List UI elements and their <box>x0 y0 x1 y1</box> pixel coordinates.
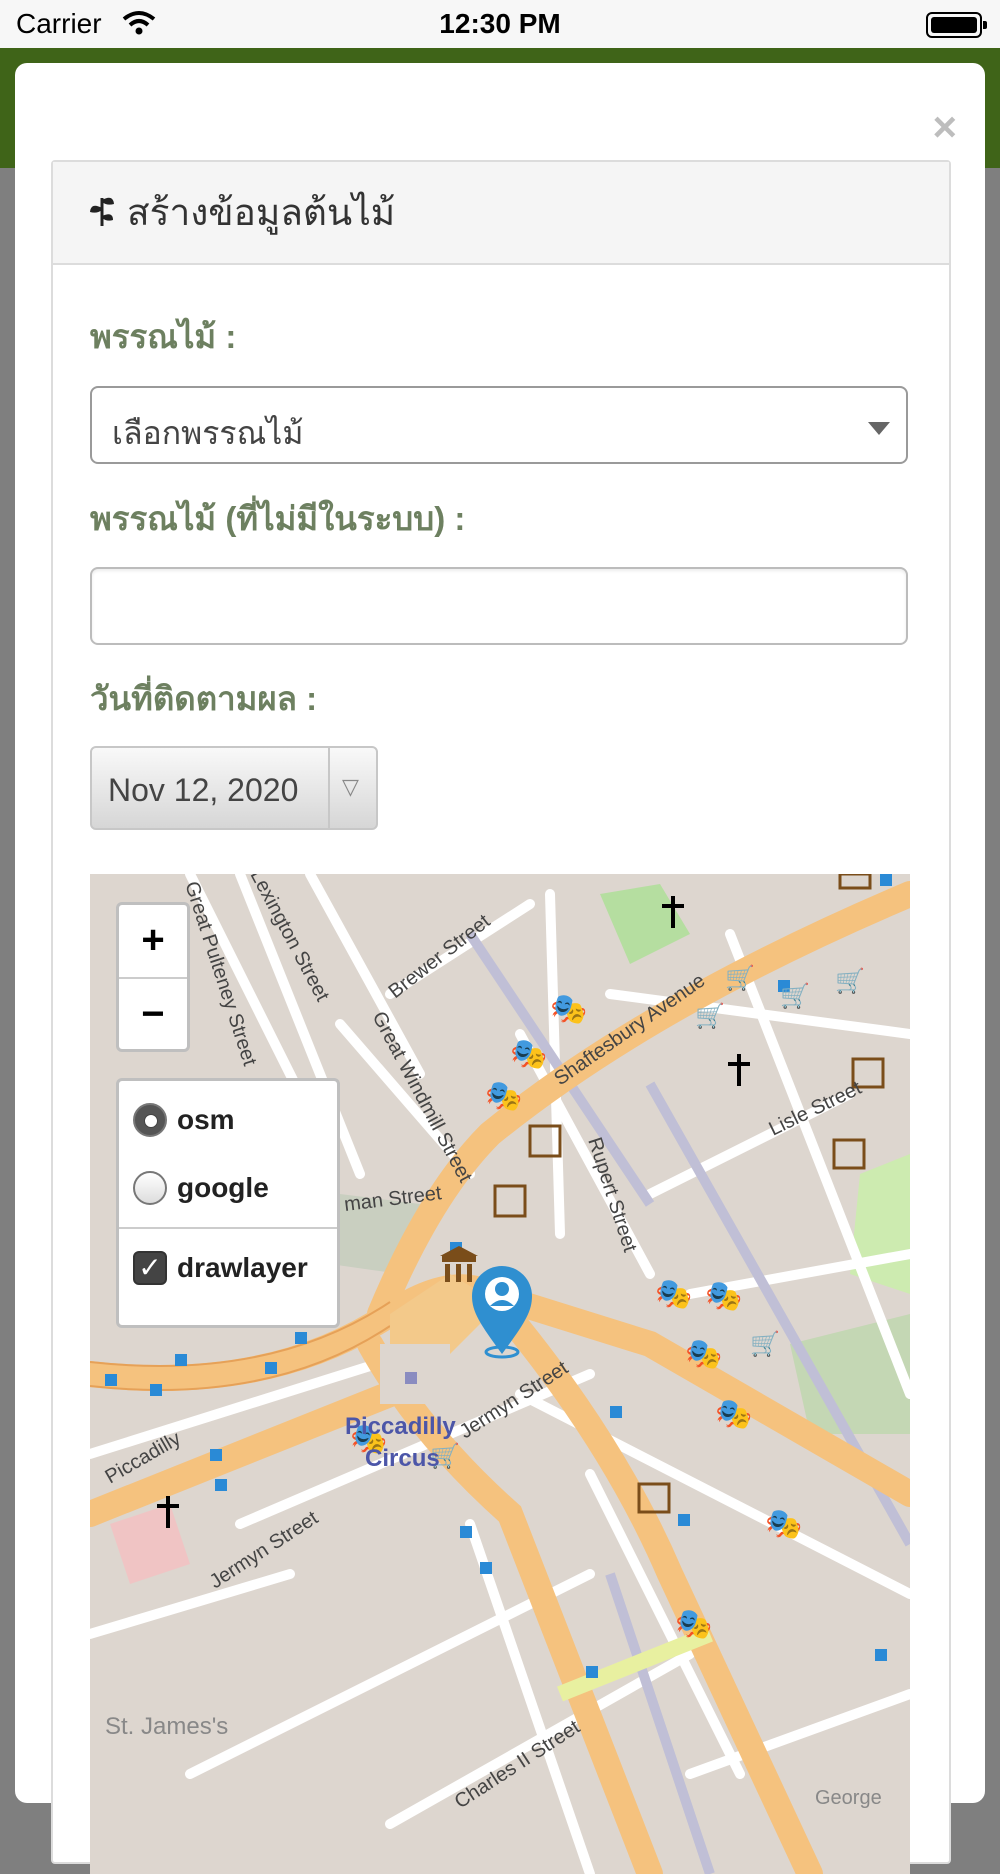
svg-text:George: George <box>815 1787 882 1809</box>
other-species-label: พรรณไม้ (ที่ไม่มีในระบบ) : <box>90 500 466 537</box>
svg-text:🛒: 🛒 <box>695 1002 725 1030</box>
radio-icon[interactable] <box>133 1171 167 1205</box>
panel-title: สร้างข้อมูลต้นไม้ <box>127 192 396 233</box>
svg-text:Piccadilly: Piccadilly <box>345 1413 456 1440</box>
species-label: พรรณไม้ : <box>90 318 237 355</box>
form-panel: สร้างข้อมูลต้นไม้ พรรณไม้ : เลือกพรรณไม้… <box>51 160 951 1874</box>
chevron-down-icon: ▽ <box>342 774 359 799</box>
layer-drawlayer[interactable]: ✓ drawlayer <box>133 1251 308 1285</box>
close-button[interactable]: × <box>932 103 957 151</box>
status-bar: Carrier 12:30 PM <box>0 0 1000 48</box>
svg-text:St. James's: St. James's <box>105 1713 228 1740</box>
layer-google-label: google <box>177 1172 269 1203</box>
svg-text:🛒: 🛒 <box>780 982 810 1010</box>
location-marker-icon[interactable] <box>470 1264 534 1369</box>
species-select[interactable]: เลือกพรรณไม้ <box>90 386 908 464</box>
layer-osm[interactable]: osm <box>133 1103 235 1137</box>
clock: 12:30 PM <box>439 8 561 39</box>
svg-text:🛒: 🛒 <box>750 1330 780 1358</box>
zoom-out-button[interactable]: − <box>119 979 187 1051</box>
svg-text:🎭: 🎭 <box>765 1507 802 1542</box>
battery-icon <box>926 12 987 38</box>
svg-text:🛒: 🛒 <box>835 967 865 995</box>
panel-header: สร้างข้อมูลต้นไม้ <box>53 162 949 265</box>
species-select-value: เลือกพรรณไม้ <box>112 415 304 451</box>
layer-drawlayer-label: drawlayer <box>177 1252 308 1283</box>
svg-text:🎭: 🎭 <box>655 1277 692 1312</box>
svg-text:🎭: 🎭 <box>485 1079 522 1114</box>
svg-text:🎭: 🎭 <box>550 992 587 1027</box>
checkbox-checked-icon[interactable]: ✓ <box>133 1251 167 1285</box>
layer-divider <box>119 1227 337 1229</box>
zoom-control: + − <box>116 902 190 1052</box>
zoom-in-button[interactable]: + <box>119 905 187 979</box>
layer-google[interactable]: google <box>133 1171 269 1205</box>
svg-text:🎭: 🎭 <box>705 1279 742 1314</box>
map-tiles: 🎭🎭🎭 🎭 🎭🎭 🎭🎭🎭 🎭 🛒🛒🛒 🛒🛒🛒 Great Pulteney St… <box>90 874 910 1874</box>
svg-text:🎭: 🎭 <box>510 1037 547 1072</box>
date-divider <box>328 748 330 828</box>
svg-text:Circus: Circus <box>365 1445 440 1472</box>
svg-text:🛒: 🛒 <box>725 964 755 992</box>
date-value: Nov 12, 2020 <box>108 772 299 808</box>
layer-switcher: osm google ✓ drawlayer <box>116 1078 340 1328</box>
svg-text:🎭: 🎭 <box>675 1607 712 1642</box>
date-picker[interactable]: Nov 12, 2020 ▽ <box>90 746 378 830</box>
date-label: วันที่ติดตามผล : <box>90 680 318 717</box>
other-species-input[interactable] <box>90 567 908 645</box>
radio-selected-icon[interactable] <box>133 1103 167 1137</box>
layer-osm-label: osm <box>177 1104 235 1135</box>
leaf-icon <box>87 192 117 233</box>
chevron-down-icon <box>868 422 890 435</box>
map[interactable]: 🎭 🎭 🎭 🎭 🎭 🎭 🎭 🎭 🎭 🎭 🛒 🛒 🛒 🛒 🛒 🛒 Great Pu… <box>90 874 910 1874</box>
create-tree-modal: × สร้างข้อมูลต้นไม้ พรรณไม้ : เลือกพรรณไ… <box>15 63 985 1874</box>
svg-text:🎭: 🎭 <box>685 1337 722 1372</box>
svg-text:🎭: 🎭 <box>715 1397 752 1432</box>
